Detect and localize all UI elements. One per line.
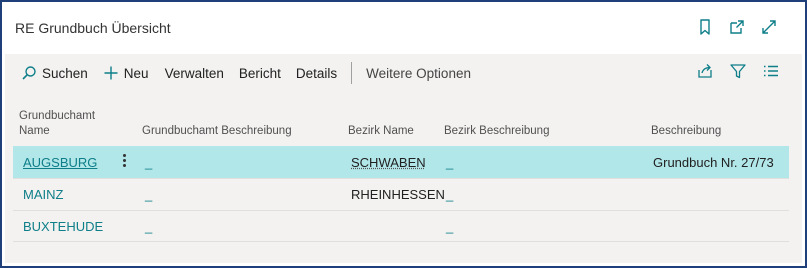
beschreibung-cell[interactable]: Grundbuch Nr. 27/73 — [653, 155, 774, 170]
column-header-line: Grundbuchamt — [19, 110, 96, 122]
more-options-label: Weitere Optionen — [366, 65, 471, 81]
filter-icon[interactable] — [729, 62, 747, 80]
report-label: Bericht — [238, 65, 281, 81]
expand-icon[interactable] — [760, 18, 778, 36]
share-icon[interactable] — [696, 62, 714, 80]
page-title: RE Grundbuch Übersicht — [15, 20, 171, 36]
records-table: Grundbuchamt Name Grundbuchamt Beschreib… — [13, 106, 789, 242]
page-background: RE Grundbuch Übersicht Suchen Neu Verwal… — [5, 5, 802, 263]
toolbar-right-actions — [696, 62, 780, 80]
action-bar: Suchen Neu Verwalten Bericht Details Wei… — [5, 58, 802, 88]
table-row[interactable]: MAINZ _ RHEINHESSEN _ — [13, 178, 789, 210]
table-row[interactable]: BUXTEHUDE _ _ — [13, 210, 789, 242]
column-header-bezirk-beschreibung[interactable]: Bezirk Beschreibung — [444, 124, 549, 139]
search-icon — [22, 66, 36, 80]
grundbuchamt-beschreibung-cell[interactable]: _ — [145, 219, 152, 234]
grundbuchamt-name-cell[interactable]: AUGSBURG — [23, 155, 97, 170]
details-label: Details — [295, 65, 338, 81]
grundbuchamt-name-cell[interactable]: BUXTEHUDE — [23, 219, 103, 234]
manage-label: Verwalten — [164, 65, 224, 81]
toolbar-divider — [351, 62, 353, 84]
bookmark-icon[interactable] — [696, 18, 714, 36]
column-header-beschreibung[interactable]: Beschreibung — [651, 124, 721, 139]
more-options-button[interactable]: Weitere Optionen — [366, 61, 471, 85]
new-button[interactable]: Neu — [103, 61, 149, 85]
table-header: Grundbuchamt Name Grundbuchamt Beschreib… — [13, 106, 789, 146]
column-header-grundbuchamt-beschreibung[interactable]: Grundbuchamt Beschreibung — [142, 124, 292, 139]
column-header-bezirk-name[interactable]: Bezirk Name — [348, 124, 414, 139]
grundbuchamt-name-cell[interactable]: MAINZ — [23, 187, 63, 202]
manage-button[interactable]: Verwalten — [165, 61, 224, 85]
search-label: Suchen — [42, 65, 88, 81]
column-header-line: Name — [19, 125, 50, 137]
list-view-icon[interactable] — [762, 62, 780, 80]
bezirk-name-cell[interactable]: SCHWABEN — [351, 155, 426, 170]
grundbuchamt-beschreibung-cell[interactable]: _ — [145, 155, 152, 170]
new-label: Neu — [123, 65, 149, 81]
grundbuchamt-beschreibung-cell[interactable]: _ — [145, 187, 152, 202]
details-button[interactable]: Details — [296, 61, 337, 85]
bezirk-name-cell[interactable]: RHEINHESSEN — [351, 187, 445, 202]
table-row[interactable]: AUGSBURG _ SCHWABEN _ Grundbuch Nr. 27/7… — [13, 146, 789, 178]
plus-icon — [104, 66, 118, 80]
bezirk-beschreibung-cell[interactable]: _ — [446, 155, 453, 170]
search-button[interactable]: Suchen — [21, 61, 88, 85]
window-frame: RE Grundbuch Übersicht Suchen Neu Verwal… — [0, 0, 807, 268]
header-actions — [696, 18, 778, 36]
open-in-new-window-icon[interactable] — [728, 18, 746, 36]
bezirk-beschreibung-cell[interactable]: _ — [446, 219, 453, 234]
row-actions-icon[interactable] — [117, 152, 131, 172]
column-header-grundbuchamt-name[interactable]: Grundbuchamt Name — [19, 109, 95, 139]
report-button[interactable]: Bericht — [239, 61, 281, 85]
bezirk-beschreibung-cell[interactable]: _ — [446, 187, 453, 202]
page-header: RE Grundbuch Übersicht — [5, 5, 802, 54]
